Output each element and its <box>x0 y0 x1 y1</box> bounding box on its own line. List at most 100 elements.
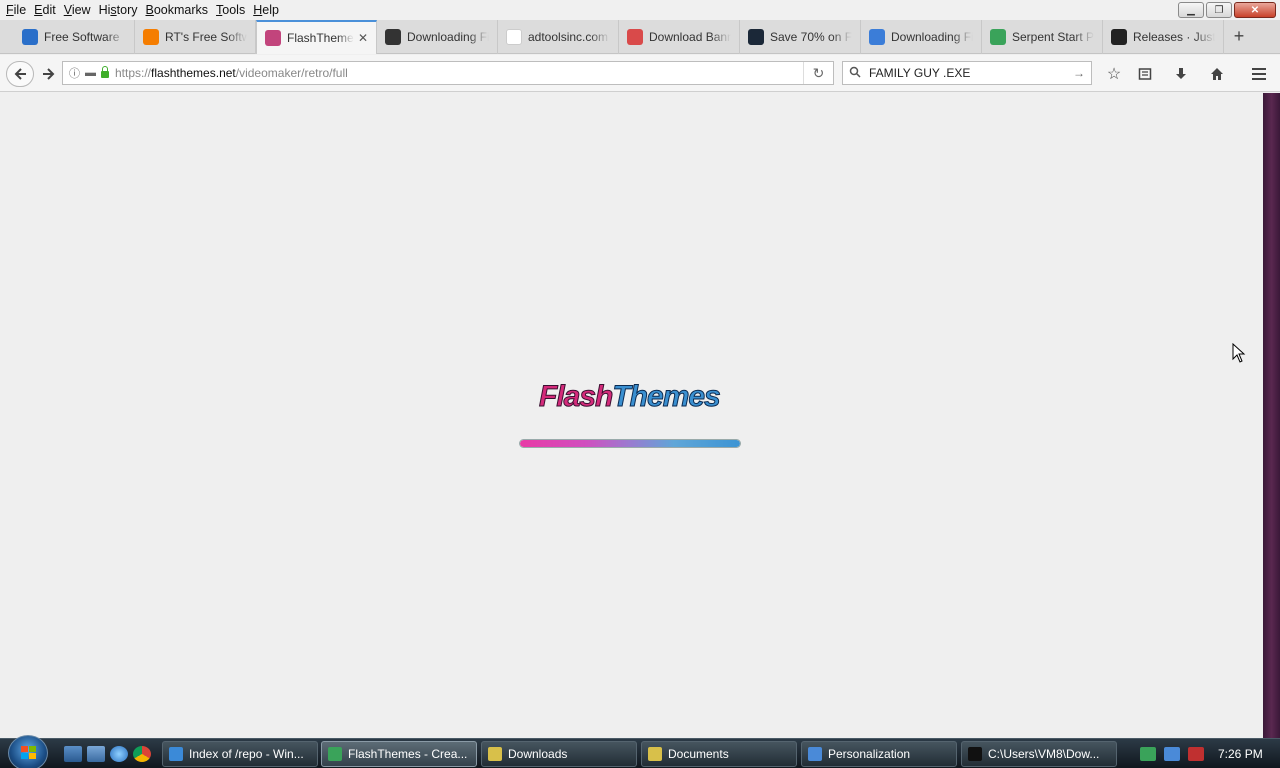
download-arrow-icon <box>1176 68 1186 79</box>
mouse-cursor-icon <box>1232 343 1246 363</box>
taskbar-button-label: Personalization <box>828 747 911 761</box>
url-bar[interactable]: ⓘ ▬ https://flashthemes.net/videomaker/r… <box>62 61 834 85</box>
taskbar-button-label: Downloads <box>508 747 568 761</box>
menu-bookmarks[interactable]: Bookmarks <box>142 3 213 17</box>
flashthemes-logo: FlashThemes <box>538 380 721 414</box>
menu-help[interactable]: Help <box>249 3 283 17</box>
tab-title: Releases · Just <box>1133 30 1215 44</box>
tab-title: Download Banner <box>649 30 731 44</box>
loading-progress-fill <box>520 440 740 447</box>
start-button[interactable] <box>8 735 48 768</box>
tab-2[interactable]: FlashThemes ✕ <box>256 20 377 54</box>
bookmark-star-button[interactable]: ☆ <box>1100 61 1128 87</box>
steam-favicon-icon <box>748 29 764 45</box>
serpent-favicon-icon <box>990 29 1006 45</box>
reload-button[interactable]: ↻ <box>803 62 833 84</box>
back-arrow-icon <box>14 68 26 80</box>
switch-windows-icon[interactable] <box>87 746 105 762</box>
menu-tools[interactable]: Tools <box>212 3 249 17</box>
blank-page-favicon-icon <box>506 29 522 45</box>
tab-5[interactable]: Download Banner <box>619 20 740 54</box>
window-controls: ▁ ❐ ✕ <box>1178 2 1276 18</box>
tab-6[interactable]: Save 70% on Fall <box>740 20 861 54</box>
new-tab-button[interactable]: + <box>1224 20 1254 53</box>
taskbar-button-label: Index of /repo - Win... <box>189 747 304 761</box>
hamburger-menu-icon <box>1252 68 1266 80</box>
folder-icon <box>488 747 502 761</box>
taskbar-button-3[interactable]: Documents <box>641 741 797 767</box>
bookmarks-list-icon <box>1138 68 1152 80</box>
menu-view[interactable]: View <box>60 3 95 17</box>
restore-button[interactable]: ❐ <box>1206 2 1232 18</box>
minimize-button[interactable]: ▁ <box>1178 2 1204 18</box>
taskbar-button-1[interactable]: FlashThemes - Crea... <box>321 741 477 767</box>
tab-1[interactable]: RT's Free Software <box>135 20 256 54</box>
forward-arrow-icon <box>43 68 55 80</box>
site-identity[interactable]: ⓘ ▬ <box>63 65 115 81</box>
menu-file[interactable]: File <box>2 3 30 17</box>
volume-muted-icon[interactable] <box>1188 747 1204 761</box>
taskbar-button-2[interactable]: Downloads <box>481 741 637 767</box>
clock[interactable]: 7:26 PM <box>1218 747 1263 761</box>
taskbar-button-4[interactable]: Personalization <box>801 741 957 767</box>
tab-8[interactable]: Serpent Start Page <box>982 20 1103 54</box>
tab-title: Downloading File <box>407 30 489 44</box>
download-favicon-icon <box>385 29 401 45</box>
tab-3[interactable]: Downloading File <box>377 20 498 54</box>
tab-title: Free Software <box>44 30 120 44</box>
loading-progress-bar <box>519 439 741 448</box>
chrome-icon[interactable] <box>133 746 151 762</box>
page-side-panel <box>1263 93 1280 738</box>
tab-title: RT's Free Software <box>165 30 247 44</box>
menu-button[interactable] <box>1245 61 1273 87</box>
menu-history[interactable]: History <box>95 3 142 17</box>
tab-4[interactable]: adtoolsinc.com <box>498 20 619 54</box>
windows-logo-icon <box>21 746 37 760</box>
search-input[interactable]: FAMILY GUY .EXE <box>869 66 1073 80</box>
flashthemes-favicon-icon <box>265 30 281 46</box>
url-text[interactable]: https://flashthemes.net/videomaker/retro… <box>115 66 803 80</box>
taskbar-button-label: Documents <box>668 747 729 761</box>
free-software-favicon-icon <box>22 29 38 45</box>
github-favicon-icon <box>1111 29 1127 45</box>
taskbar-button-label: FlashThemes - Crea... <box>348 747 468 761</box>
taskbar-button-0[interactable]: Index of /repo - Win... <box>162 741 318 767</box>
tab-0[interactable]: Free Software <box>14 20 135 54</box>
tab-title: Serpent Start Page <box>1012 30 1094 44</box>
taskbar-button-label: C:\Users\VM8\Dow... <box>988 747 1100 761</box>
search-icon <box>849 66 861 81</box>
forward-button[interactable] <box>36 61 62 87</box>
tab-title: Downloading File <box>891 30 973 44</box>
permissions-icon: ▬ <box>85 67 96 79</box>
7zip-icon <box>968 747 982 761</box>
menu-bar: File Edit View History Bookmarks Tools H… <box>0 0 1280 20</box>
tab-9[interactable]: Releases · Just <box>1103 20 1224 54</box>
bookmarks-menu-button[interactable] <box>1131 61 1159 87</box>
tab-7[interactable]: Downloading File <box>861 20 982 54</box>
firefox-serpent-icon <box>328 747 342 761</box>
downloads-button[interactable] <box>1167 61 1195 87</box>
network-tray-icon[interactable] <box>1164 747 1180 761</box>
security-tray-icon[interactable] <box>1140 747 1156 761</box>
star-icon: ☆ <box>1106 66 1122 83</box>
search-bar[interactable]: FAMILY GUY .EXE → <box>842 61 1092 85</box>
taskbar-button-5[interactable]: C:\Users\VM8\Dow... <box>961 741 1117 767</box>
home-button[interactable] <box>1203 61 1231 87</box>
menu-edit[interactable]: Edit <box>30 3 60 17</box>
close-window-button[interactable]: ✕ <box>1234 2 1276 18</box>
tab-title: adtoolsinc.com <box>528 30 609 44</box>
navigation-toolbar: ⓘ ▬ https://flashthemes.net/videomaker/r… <box>0 55 1280 92</box>
search-go-icon[interactable]: → <box>1073 66 1085 80</box>
tab-title: Save 70% on Fall <box>770 30 852 44</box>
lock-icon <box>101 66 109 78</box>
blogger-favicon-icon <box>143 29 159 45</box>
back-button[interactable] <box>6 61 34 87</box>
show-desktop-icon[interactable] <box>64 746 82 762</box>
control-panel-icon <box>808 747 822 761</box>
home-icon <box>1211 68 1223 80</box>
tab-title: FlashThemes <box>287 31 354 45</box>
download-banner-favicon-icon <box>627 29 643 45</box>
internet-explorer-icon[interactable] <box>110 746 128 762</box>
loading-favicon-icon <box>869 29 885 45</box>
close-tab-icon[interactable]: ✕ <box>358 31 368 45</box>
